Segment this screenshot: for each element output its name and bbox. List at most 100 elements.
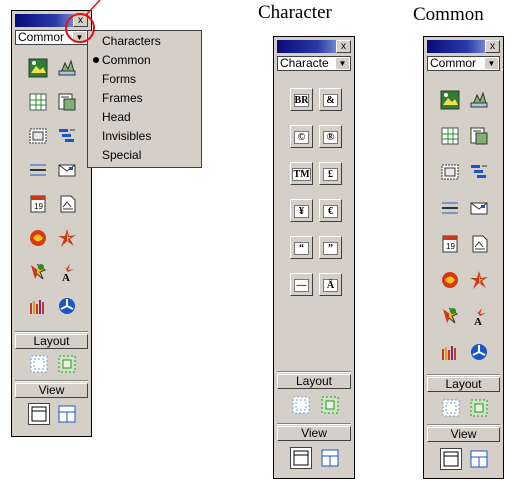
menu-item-head[interactable]: Head	[102, 110, 131, 124]
menu-item-invisibles[interactable]: Invisibles	[102, 129, 151, 143]
category-dropdown[interactable]: Commor ▼	[427, 56, 500, 71]
generator-icon[interactable]	[439, 341, 461, 363]
server-include-icon[interactable]	[468, 233, 490, 255]
menu-item-characters[interactable]: Characters	[102, 34, 161, 48]
insert-layer-icon[interactable]	[439, 161, 461, 183]
standard-view-icon[interactable]	[28, 403, 50, 425]
date-icon[interactable]: 19	[27, 193, 49, 215]
objects-panel-characters: x Characte ▼ BR & © ® TM £ ¥ € “ ” — Ä Layout View	[273, 36, 355, 479]
close-button[interactable]: x	[336, 40, 351, 53]
left-quote-glyph: “	[294, 241, 309, 255]
layout-table-icon[interactable]	[319, 447, 341, 469]
separator	[427, 424, 500, 426]
objects-panel-common: x Commor ▼ 19 A Layout View	[423, 36, 504, 479]
svg-text:19: 19	[34, 202, 43, 211]
copyright-glyph: ©	[294, 130, 309, 144]
pound-glyph: £	[323, 167, 338, 181]
email-link-icon[interactable]	[56, 159, 78, 181]
chevron-down-icon[interactable]: ▼	[485, 58, 498, 69]
right-quote-glyph: ”	[323, 241, 338, 255]
copyright-icon[interactable]: ©	[290, 125, 313, 148]
line-break-icon[interactable]: BR	[290, 88, 313, 111]
other-characters-icon[interactable]: Ä	[319, 273, 342, 296]
nonbreaking-space-icon[interactable]: &	[319, 88, 342, 111]
flash-icon[interactable]	[468, 269, 490, 291]
menu-item-special[interactable]: Special	[102, 148, 141, 162]
tabular-data-icon[interactable]	[468, 125, 490, 147]
standard-view-icon[interactable]	[290, 447, 312, 469]
category-dropdown-value: Characte	[280, 56, 329, 70]
flash-text-icon[interactable]: A	[56, 261, 78, 283]
selected-bullet-icon	[93, 57, 99, 63]
navigation-bar-icon[interactable]	[468, 161, 490, 183]
menu-item-common[interactable]: Common	[102, 53, 151, 67]
draw-layer-icon[interactable]	[319, 394, 341, 416]
chevron-down-icon[interactable]: ▼	[336, 58, 349, 69]
euro-icon[interactable]: €	[319, 199, 342, 222]
yen-glyph: ¥	[294, 204, 309, 218]
view-section-label[interactable]: View	[277, 426, 351, 441]
layout-table-icon[interactable]	[468, 448, 490, 470]
view-section-label[interactable]: View	[427, 427, 500, 442]
insert-table-icon[interactable]	[439, 125, 461, 147]
draw-layer-icon[interactable]	[468, 397, 490, 419]
separator	[15, 380, 88, 382]
pound-icon[interactable]: £	[319, 162, 342, 185]
layout-view-icon[interactable]	[440, 397, 462, 419]
shockwave-icon[interactable]	[27, 227, 49, 249]
close-button[interactable]: x	[485, 40, 500, 53]
tabular-data-icon[interactable]	[56, 91, 78, 113]
registered-icon[interactable]: ®	[319, 125, 342, 148]
em-dash-icon[interactable]: —	[290, 273, 313, 296]
date-icon[interactable]: 19	[439, 233, 461, 255]
layout-table-icon[interactable]	[56, 403, 78, 425]
flash-text-icon[interactable]: A	[468, 305, 490, 327]
navigation-bar-icon[interactable]	[56, 125, 78, 147]
trademark-glyph: TM	[292, 167, 311, 181]
separator	[277, 371, 351, 373]
layout-section-label[interactable]: Layout	[15, 334, 88, 349]
view-section-label[interactable]: View	[15, 383, 88, 398]
layout-view-icon[interactable]	[290, 394, 312, 416]
euro-glyph: €	[323, 204, 338, 218]
trademark-icon[interactable]: TM	[290, 162, 313, 185]
category-dropdown-value: Commor	[18, 30, 65, 44]
registered-glyph: ®	[323, 130, 338, 144]
objects-panel-common-open: x Commor ▼ 19 A Layout View	[11, 10, 92, 437]
flash-icon[interactable]	[56, 227, 78, 249]
menu-item-forms[interactable]: Forms	[102, 72, 136, 86]
server-include-icon[interactable]	[56, 193, 78, 215]
interactive-images-icon[interactable]	[56, 57, 78, 79]
em-dash-glyph: —	[294, 278, 309, 292]
layout-view-icon[interactable]	[28, 353, 50, 375]
horizontal-rule-icon[interactable]	[439, 197, 461, 219]
fireworks-html-icon[interactable]	[56, 295, 78, 317]
horizontal-rule-icon[interactable]	[27, 159, 49, 181]
category-dropdown-value: Commor	[430, 56, 477, 70]
separator	[427, 374, 500, 376]
menu-item-frames[interactable]: Frames	[102, 91, 143, 105]
insert-image-icon[interactable]	[27, 57, 49, 79]
interactive-images-icon[interactable]	[468, 89, 490, 111]
callout-line	[85, 0, 101, 16]
separator	[15, 331, 88, 333]
insert-layer-icon[interactable]	[27, 125, 49, 147]
separator	[277, 423, 351, 425]
category-menu: Characters Common Forms Frames Head Invisible…	[87, 30, 202, 168]
layout-section-label[interactable]: Layout	[277, 374, 351, 389]
shockwave-icon[interactable]	[439, 269, 461, 291]
email-link-icon[interactable]	[468, 197, 490, 219]
left-quote-icon[interactable]: “	[290, 236, 313, 259]
fireworks-html-icon[interactable]	[468, 341, 490, 363]
insert-table-icon[interactable]	[27, 91, 49, 113]
flash-button-icon[interactable]	[27, 261, 49, 283]
flash-button-icon[interactable]	[439, 305, 461, 327]
insert-image-icon[interactable]	[439, 89, 461, 111]
draw-layer-icon[interactable]	[56, 353, 78, 375]
category-dropdown[interactable]: Characte ▼	[277, 56, 351, 71]
yen-icon[interactable]: ¥	[290, 199, 313, 222]
right-quote-icon[interactable]: ”	[319, 236, 342, 259]
standard-view-icon[interactable]	[440, 448, 462, 470]
layout-section-label[interactable]: Layout	[427, 377, 500, 392]
generator-icon[interactable]	[27, 295, 49, 317]
